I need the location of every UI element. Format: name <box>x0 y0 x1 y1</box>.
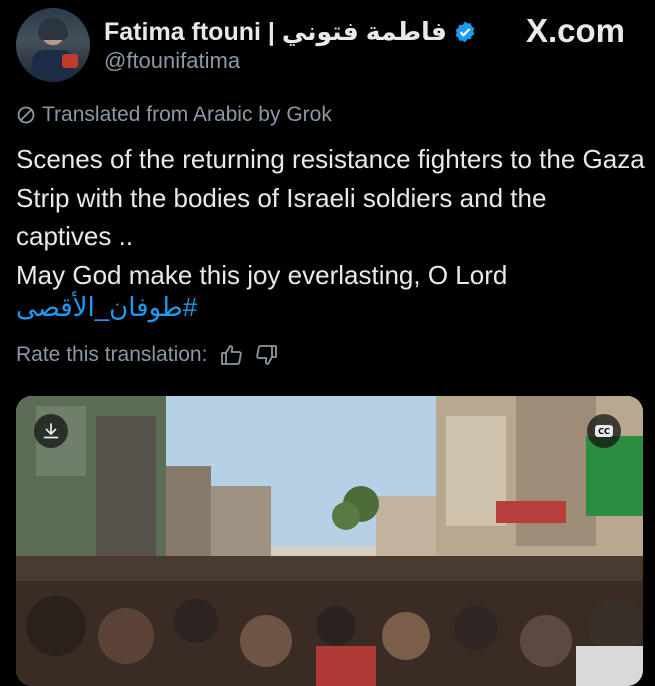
download-icon <box>43 423 59 439</box>
rate-translation-row: Rate this translation: <box>16 343 279 367</box>
thumbs-up-icon[interactable] <box>219 343 243 367</box>
tweet-line: Scenes of the returning resistance fight… <box>16 144 645 251</box>
translation-notice[interactable]: Translated from Arabic by Grok <box>16 103 332 127</box>
verified-icon <box>455 21 475 43</box>
avatar-helmet <box>38 18 68 40</box>
translate-icon <box>17 106 35 124</box>
hashtag-link[interactable]: #طوفان_الأقصى <box>16 292 197 323</box>
site-label: X.com <box>525 12 625 49</box>
avatar-microphone <box>62 54 78 68</box>
download-button[interactable] <box>34 414 68 448</box>
translation-notice-text: Translated from Arabic by Grok <box>42 103 332 126</box>
tweet-line: May God make this joy everlasting, O Lor… <box>16 259 508 290</box>
author-name-row[interactable]: Fatima ftouni | فاطمة فتوني <box>104 17 477 47</box>
tweet-text: Scenes of the returning resistance fight… <box>16 140 646 294</box>
avatar[interactable] <box>16 8 90 82</box>
closed-captions-icon: CC <box>595 425 613 437</box>
thumbs-down-icon[interactable] <box>255 343 279 367</box>
author-display-name[interactable]: Fatima ftouni | فاطمة فتوني <box>104 17 447 47</box>
video-frame <box>16 396 643 686</box>
rate-translation-label: Rate this translation: <box>16 343 208 366</box>
closed-captions-button[interactable]: CC <box>587 414 621 448</box>
author-handle[interactable]: @ftounifatima <box>104 48 240 74</box>
tweet-video[interactable]: CC <box>16 396 643 686</box>
